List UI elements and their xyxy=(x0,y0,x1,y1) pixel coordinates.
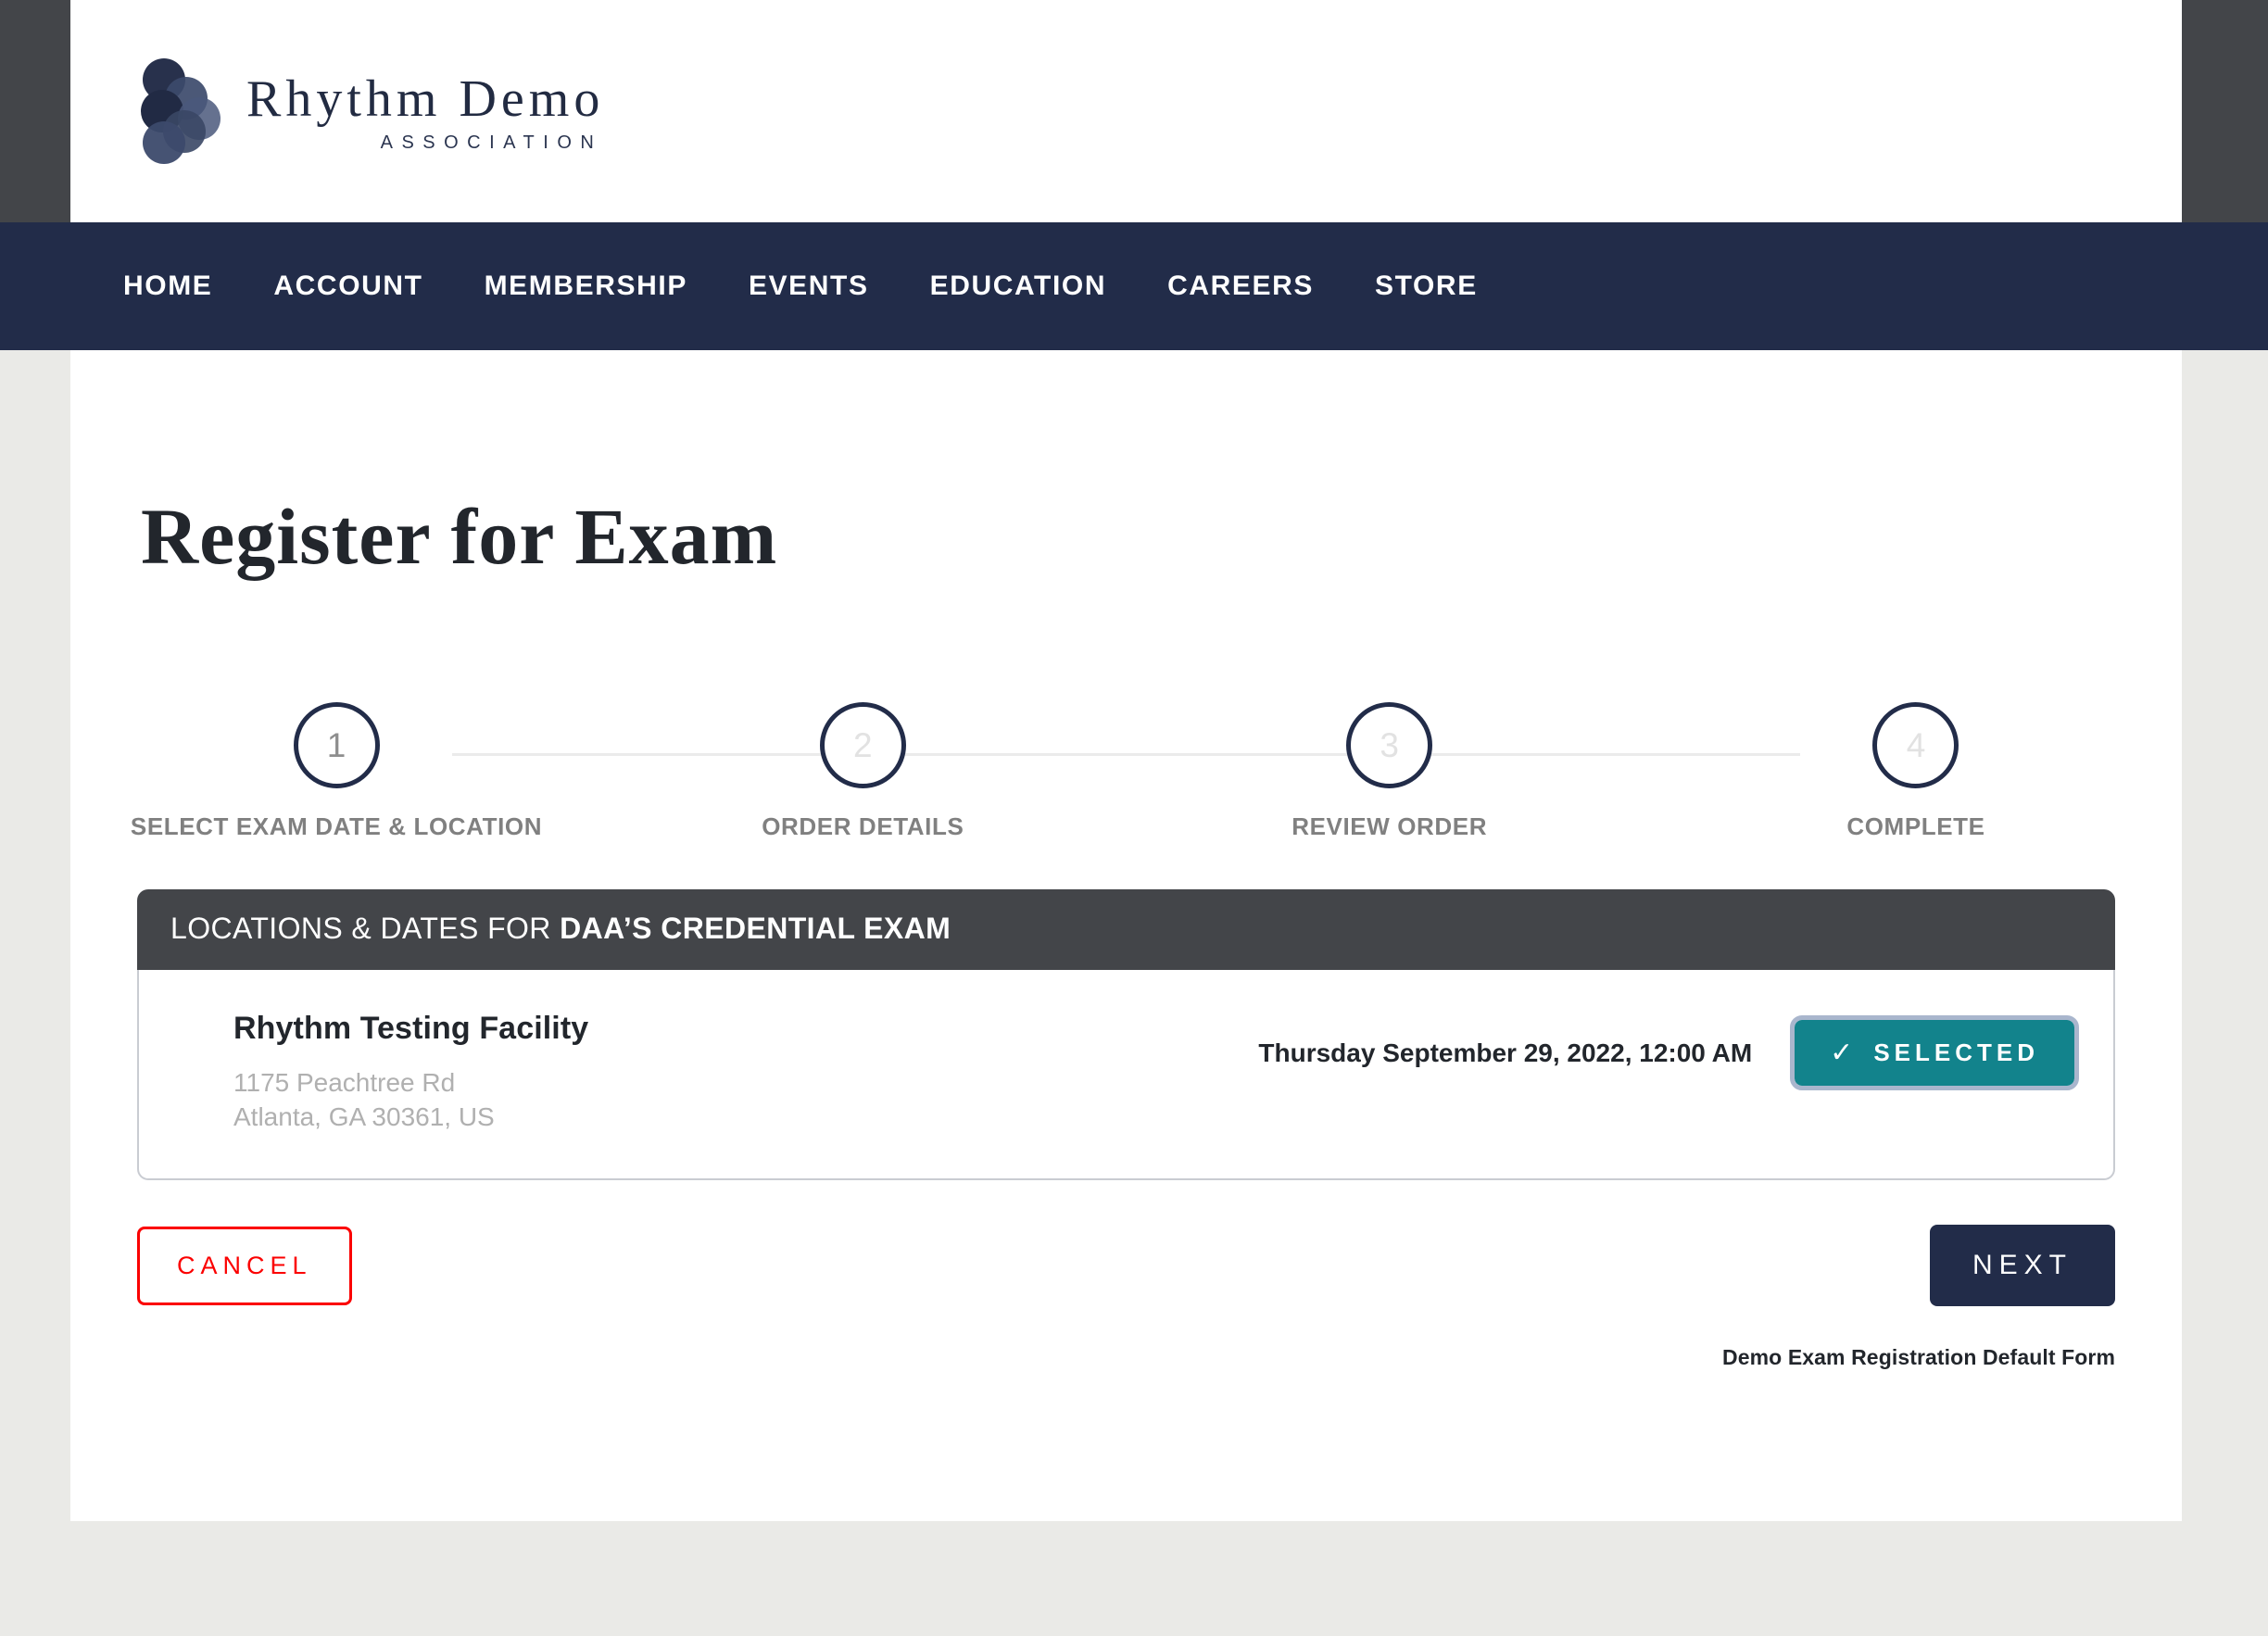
location-date: Thursday September 29, 2022, 12:00 AM xyxy=(1258,1038,1753,1067)
location-row: Rhythm Testing Facility 1175 Peachtree R… xyxy=(137,970,2115,1181)
stepper-step-2-label: ORDER DETAILS xyxy=(762,812,964,840)
locations-panel: LOCATIONS & DATES FOR DAA’S CREDENTIAL E… xyxy=(137,889,2115,1181)
locations-panel-header: LOCATIONS & DATES FOR DAA’S CREDENTIAL E… xyxy=(137,889,2115,970)
location-info: Rhythm Testing Facility 1175 Peachtree R… xyxy=(178,1011,1258,1134)
stepper-step-2-number: 2 xyxy=(819,702,906,788)
main-navigation: HOME ACCOUNT MEMBERSHIP EVENTS EDUCATION… xyxy=(0,222,2268,350)
rhythm-dots-logo-icon xyxy=(137,57,222,166)
stepper-step-1-number: 1 xyxy=(293,702,380,788)
nav-item-careers[interactable]: CAREERS xyxy=(1167,261,1314,311)
stepper-step-4-number: 4 xyxy=(1872,702,1959,788)
site-logo[interactable]: Rhythm Demo ASSOCIATION xyxy=(137,57,604,166)
select-location-button-label: SELECTED xyxy=(1873,1038,2039,1066)
location-name: Rhythm Testing Facility xyxy=(233,1011,589,1046)
nav-item-education[interactable]: EDUCATION xyxy=(930,261,1107,311)
nav-item-store[interactable]: STORE xyxy=(1375,261,1478,311)
stepper-step-4[interactable]: 4 COMPLETE xyxy=(1717,702,2115,841)
location-address: 1175 Peachtree Rd Atlanta, GA 30361, US xyxy=(233,1065,1258,1134)
next-button[interactable]: NEXT xyxy=(1929,1225,2115,1307)
site-header: Rhythm Demo ASSOCIATION xyxy=(70,0,2182,222)
registration-stepper: 1 SELECT EXAM DATE & LOCATION 2 ORDER DE… xyxy=(131,702,2115,850)
locations-panel-header-prefix: LOCATIONS & DATES FOR xyxy=(170,912,561,945)
main-content: Register for Exam 1 SELECT EXAM DATE & L… xyxy=(70,350,2182,1521)
stepper-step-3-label: REVIEW ORDER xyxy=(1292,812,1488,840)
stepper-step-4-label: COMPLETE xyxy=(1846,812,1985,840)
nav-item-account[interactable]: ACCOUNT xyxy=(273,261,422,311)
location-address-line2: Atlanta, GA 30361, US xyxy=(233,1102,495,1132)
nav-item-membership[interactable]: MEMBERSHIP xyxy=(485,261,687,311)
select-location-button[interactable]: ✓ SELECTED xyxy=(1790,1015,2079,1090)
page-root: Rhythm Demo ASSOCIATION HOME ACCOUNT MEM… xyxy=(0,0,2268,1636)
location-address-line1: 1175 Peachtree Rd xyxy=(233,1068,456,1097)
checkmark-icon: ✓ xyxy=(1830,1037,1854,1068)
page-title: Register for Exam xyxy=(141,492,778,581)
nav-item-events[interactable]: EVENTS xyxy=(749,261,869,311)
locations-panel-header-exam-name: DAA’S CREDENTIAL EXAM xyxy=(560,912,951,945)
nav-items: HOME ACCOUNT MEMBERSHIP EVENTS EDUCATION… xyxy=(123,261,1478,311)
location-date-and-action: Thursday September 29, 2022, 12:00 AM ✓ … xyxy=(1258,1011,2079,1090)
stepper-step-3-number: 3 xyxy=(1346,702,1433,788)
logo-subtitle: ASSOCIATION xyxy=(380,132,603,153)
cancel-button[interactable]: CANCEL xyxy=(137,1226,352,1305)
stepper-step-2[interactable]: 2 ORDER DETAILS xyxy=(663,702,1062,841)
nav-item-home[interactable]: HOME xyxy=(123,261,212,311)
form-name-note: Demo Exam Registration Default Form xyxy=(1722,1345,2115,1370)
stepper-step-1-label: SELECT EXAM DATE & LOCATION xyxy=(130,812,543,840)
stepper-step-3[interactable]: 3 REVIEW ORDER xyxy=(1191,702,1589,841)
logo-title: Rhythm Demo xyxy=(246,70,605,129)
form-actions: CANCEL NEXT xyxy=(137,1225,2115,1307)
stepper-step-1[interactable]: 1 SELECT EXAM DATE & LOCATION xyxy=(131,702,542,841)
